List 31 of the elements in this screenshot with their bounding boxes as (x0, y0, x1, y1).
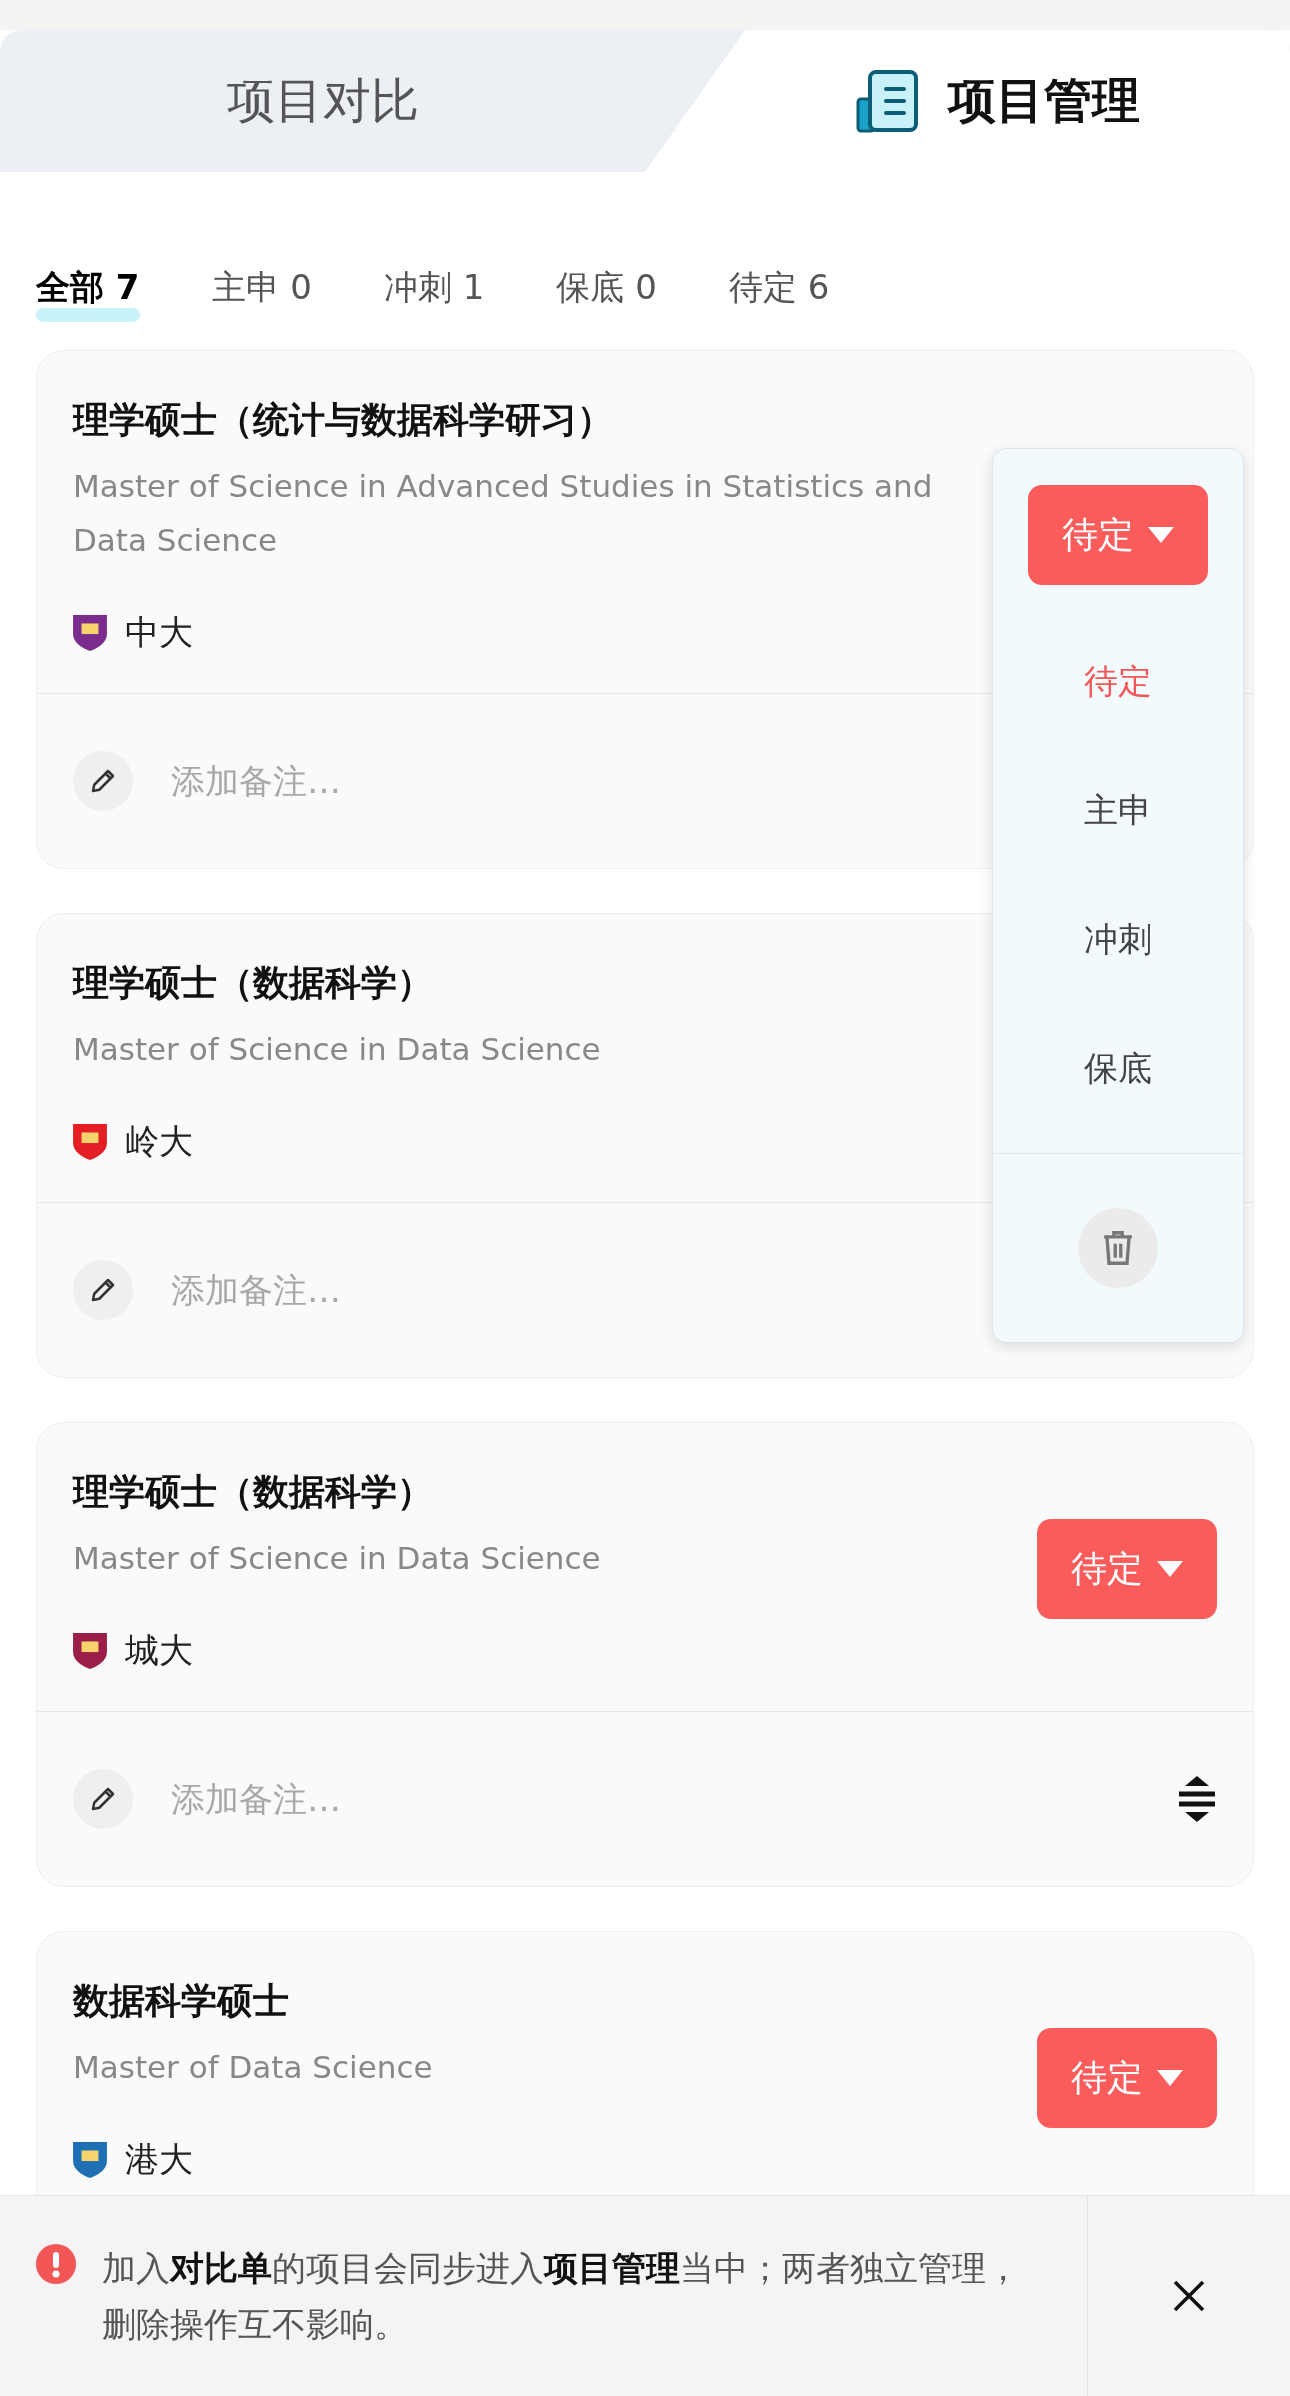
program-subtitle: Master of Science in Data Science (73, 1030, 602, 1069)
program-subtitle: Master of Science in Data Science (73, 1539, 602, 1578)
school-name: 岭大 (125, 1120, 193, 1163)
drag-handle-icon[interactable] (1177, 1776, 1217, 1822)
note-field[interactable]: 添加备注… (169, 1778, 1141, 1820)
filter-tab[interactable]: 待定 6 (728, 258, 830, 318)
document-icon (855, 69, 920, 133)
caret-icon (1148, 527, 1174, 543)
tab[interactable]: 项目管理 (645, 30, 1290, 172)
filter-tab[interactable]: 主申 0 (211, 258, 312, 318)
school-name: 中大 (125, 611, 193, 654)
program-subtitle: Master of Data Science (73, 2048, 434, 2087)
tab[interactable]: 项目对比 (0, 30, 645, 172)
filter-tab[interactable]: 保底 0 (556, 258, 657, 318)
school-name: 城大 (125, 1629, 193, 1672)
status-option[interactable]: 保底 (993, 1004, 1243, 1133)
program-title: 理学硕士（数据科学） (73, 961, 434, 1005)
program-title: 理学硕士（数据科学） (73, 1470, 434, 1514)
program-title: 数据科学硕士 (73, 1979, 290, 2023)
program-title: 理学硕士（统计与数据科学研习） (73, 398, 614, 442)
status-option[interactable]: 冲刺 (993, 875, 1243, 1004)
trash-icon (1101, 1230, 1135, 1266)
status-option[interactable]: 主申 (993, 746, 1243, 875)
note-field[interactable]: 添加备注… (169, 1269, 1217, 1311)
school-name: 港大 (125, 2138, 193, 2181)
notice-text: 加入对比单的项目会同步进入项目管理当中；两者独立管理，删除操作互不影响。 (102, 2247, 1021, 2346)
caret-icon (1157, 2070, 1183, 2086)
alert-icon (36, 2244, 76, 2284)
program-subtitle: Master of Science in Advanced Studies in Statistics and Data Science (73, 467, 934, 560)
filter-tab[interactable]: 冲刺 1 (383, 258, 485, 318)
caret-icon (1157, 1561, 1183, 1577)
